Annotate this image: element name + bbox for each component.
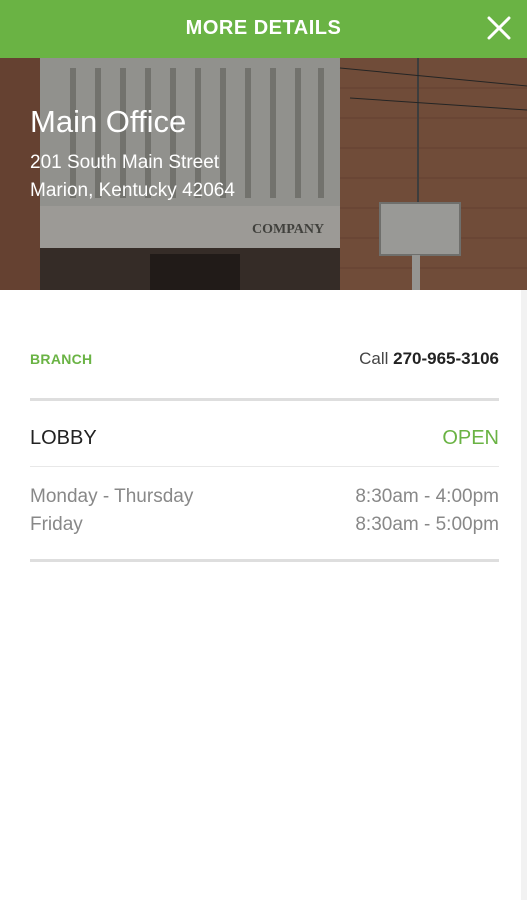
location-name: Main Office bbox=[30, 104, 187, 139]
branch-type-label: BRANCH bbox=[30, 351, 93, 367]
page-title: MORE DETAILS bbox=[185, 17, 342, 39]
call-prefix: Call bbox=[359, 349, 389, 368]
phone-number[interactable]: 270-965-3106 bbox=[393, 349, 499, 368]
close-button[interactable] bbox=[485, 14, 513, 42]
lobby-heading: LOBBY bbox=[30, 427, 97, 449]
address-line-1: 201 South Main Street bbox=[30, 152, 220, 173]
address-line-2: Marion, Kentucky 42064 bbox=[30, 180, 235, 201]
location-photo: COMPANY bbox=[0, 58, 527, 290]
lobby-divider bbox=[30, 466, 499, 467]
top-bar: MORE DETAILS bbox=[0, 0, 527, 58]
photo-overlay bbox=[0, 58, 527, 290]
hours-days: Friday bbox=[30, 514, 83, 535]
section-divider bbox=[30, 559, 499, 562]
scrollbar-track bbox=[521, 290, 527, 900]
hours-days: Monday - Thursday bbox=[30, 486, 194, 507]
open-status-badge: OPEN bbox=[442, 427, 499, 449]
call-link[interactable]: Call 270-965-3106 bbox=[359, 349, 499, 369]
section-divider bbox=[30, 398, 499, 401]
hours-time: 8:30am - 5:00pm bbox=[355, 514, 499, 535]
close-icon bbox=[487, 16, 511, 40]
hours-time: 8:30am - 4:00pm bbox=[355, 486, 499, 507]
